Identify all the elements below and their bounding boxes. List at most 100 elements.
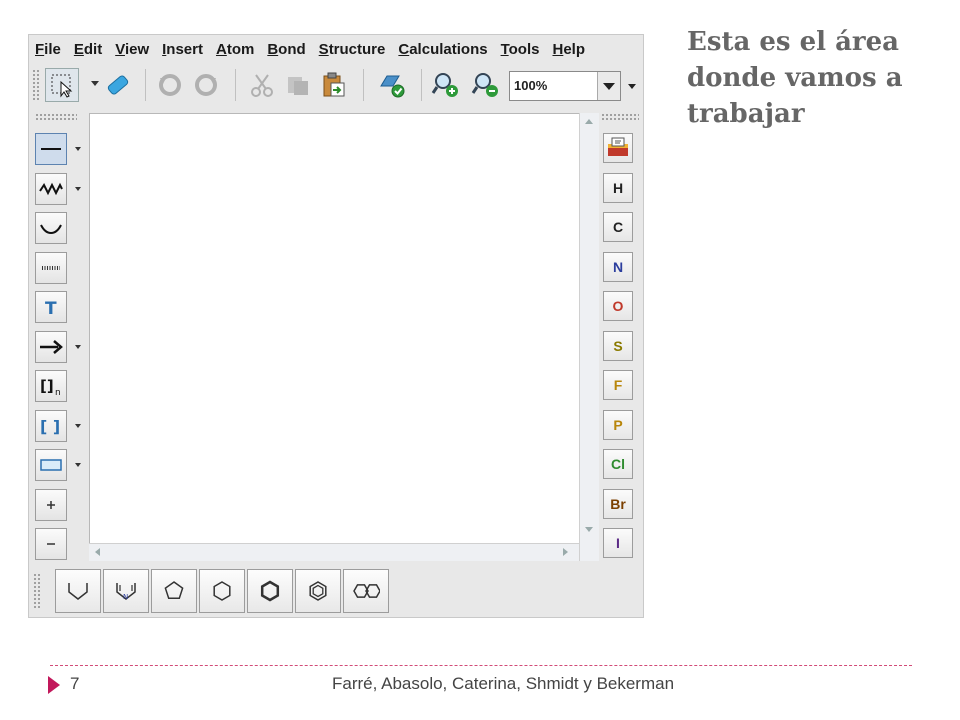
arrow-button[interactable]	[35, 330, 67, 363]
cut-button[interactable]	[245, 68, 279, 102]
text-button[interactable]: T	[35, 291, 67, 323]
menu-label: iew	[124, 40, 150, 58]
toolbar-separator	[363, 69, 364, 101]
element-symbol: I	[616, 535, 620, 551]
menu-mnemonic: T	[500, 40, 509, 58]
arrow-dropdown[interactable]	[75, 344, 81, 349]
cyclopentane-icon	[164, 581, 184, 600]
element-symbol: H	[612, 179, 624, 196]
element-cl-button[interactable]: Cl	[603, 449, 633, 479]
undo-button[interactable]	[153, 68, 187, 102]
menu-calculations[interactable]: Calculations	[398, 41, 487, 58]
element-h-button[interactable]: H	[603, 172, 633, 203]
cyclohexadiene-button[interactable]	[247, 569, 293, 613]
redo-button[interactable]	[189, 68, 223, 102]
rectangle-dropdown[interactable]	[75, 463, 81, 467]
menu-label: ond	[278, 40, 306, 58]
zoom-out-button[interactable]	[469, 68, 503, 102]
element-f-button[interactable]: F	[603, 370, 633, 400]
positive-charge-button[interactable]	[35, 488, 67, 521]
menu-atom[interactable]: Atom	[216, 41, 254, 58]
negative-charge-button[interactable]	[35, 528, 67, 560]
cyclohexadiene-icon	[260, 580, 280, 602]
cyclohexane-button[interactable]	[199, 569, 245, 613]
scroll-down-arrow[interactable]	[585, 527, 593, 532]
clean-structure-icon	[380, 75, 405, 98]
slide-number: 7	[70, 674, 80, 693]
eraser-icon	[107, 75, 129, 95]
copy-button[interactable]	[281, 68, 315, 102]
benzene-button[interactable]	[295, 569, 341, 613]
slide-title: Esta es el área donde vamos a trabajar	[687, 27, 903, 129]
repeating-unit-icon: [] n	[40, 377, 61, 398]
chain-button[interactable]	[35, 172, 67, 205]
bracket-dropdown[interactable]	[75, 423, 81, 428]
menu-label: ools	[508, 40, 540, 58]
menu-mnemonic: S	[318, 40, 329, 58]
element-br-button[interactable]: Br	[603, 488, 633, 519]
chain-dropdown[interactable]	[75, 186, 81, 191]
zoom-in-icon	[431, 73, 458, 97]
ring-palette: N	[31, 569, 641, 615]
element-o-button[interactable]: O	[603, 291, 633, 321]
ring-bond-button[interactable]	[35, 212, 67, 244]
element-i-button[interactable]: I	[603, 528, 633, 558]
menu-structure[interactable]: Structure	[319, 41, 386, 58]
cyclopentane-open-button[interactable]	[55, 569, 101, 613]
eraser-button[interactable]	[101, 68, 135, 102]
clean-structure-button[interactable]	[375, 68, 409, 102]
scroll-left-arrow[interactable]	[95, 548, 100, 556]
element-symbol: Cl	[611, 456, 625, 472]
copy-icon	[288, 77, 308, 95]
cyclopentane-button[interactable]	[151, 569, 197, 613]
repeating-unit-button[interactable]: [] n	[35, 370, 67, 402]
palette-grip[interactable]	[601, 113, 639, 121]
single-bond-dropdown[interactable]	[75, 147, 81, 151]
element-symbol: O	[612, 298, 624, 314]
element-n-button[interactable]: N	[603, 251, 633, 282]
rectangle-button[interactable]	[35, 449, 67, 481]
cyclohexane-icon	[213, 581, 231, 601]
vertical-scrollbar[interactable]	[579, 113, 599, 561]
zoom-dropdown-button[interactable]	[597, 72, 620, 100]
toolbar-grip[interactable]	[32, 69, 40, 101]
menu-view[interactable]: View	[115, 41, 149, 58]
arrow-icon	[40, 339, 63, 354]
benzene-icon	[309, 581, 327, 601]
paste-button[interactable]	[317, 68, 351, 102]
element-s-button[interactable]: S	[603, 330, 633, 361]
periodic-table-icon	[608, 137, 628, 156]
single-bond-button[interactable]	[35, 133, 67, 165]
horizontal-scrollbar[interactable]	[89, 543, 579, 561]
palette-grip[interactable]	[33, 573, 41, 609]
menu-tools[interactable]: Tools	[501, 41, 540, 58]
menu-help[interactable]: Help	[552, 41, 585, 58]
menu-bond[interactable]: Bond	[267, 41, 305, 58]
scroll-up-arrow[interactable]	[585, 119, 593, 124]
element-palette: H C N O S F P Cl Br I	[599, 113, 643, 565]
minus-icon	[47, 543, 55, 545]
bracket-button[interactable]: [ ]	[35, 409, 67, 442]
toolbar-overflow-button[interactable]	[625, 75, 639, 97]
chevron-down-icon	[603, 82, 615, 90]
menu-mnemonic: V	[115, 40, 125, 58]
pyrrole-button[interactable]: N	[103, 569, 149, 613]
element-c-button[interactable]: C	[603, 212, 633, 242]
zoom-select[interactable]: 100%	[509, 71, 621, 101]
menu-file[interactable]: File	[35, 41, 61, 58]
scroll-right-arrow[interactable]	[563, 548, 568, 556]
select-tool-button[interactable]	[45, 68, 79, 102]
dashed-bond-button[interactable]	[35, 251, 67, 284]
main-toolbar: 100%	[29, 63, 643, 107]
select-tool-dropdown[interactable]	[91, 81, 99, 86]
naphthalene-button[interactable]	[343, 569, 389, 613]
drawing-canvas[interactable]	[89, 113, 599, 561]
zoom-in-button[interactable]	[429, 68, 463, 102]
menu-edit[interactable]: Edit	[74, 41, 102, 58]
element-p-button[interactable]: P	[603, 409, 633, 440]
palette-grip[interactable]	[35, 113, 77, 121]
svg-text:[]: []	[40, 377, 54, 395]
menu-insert[interactable]: Insert	[162, 41, 203, 58]
periodic-table-button[interactable]	[603, 133, 633, 163]
paste-icon	[323, 72, 345, 97]
